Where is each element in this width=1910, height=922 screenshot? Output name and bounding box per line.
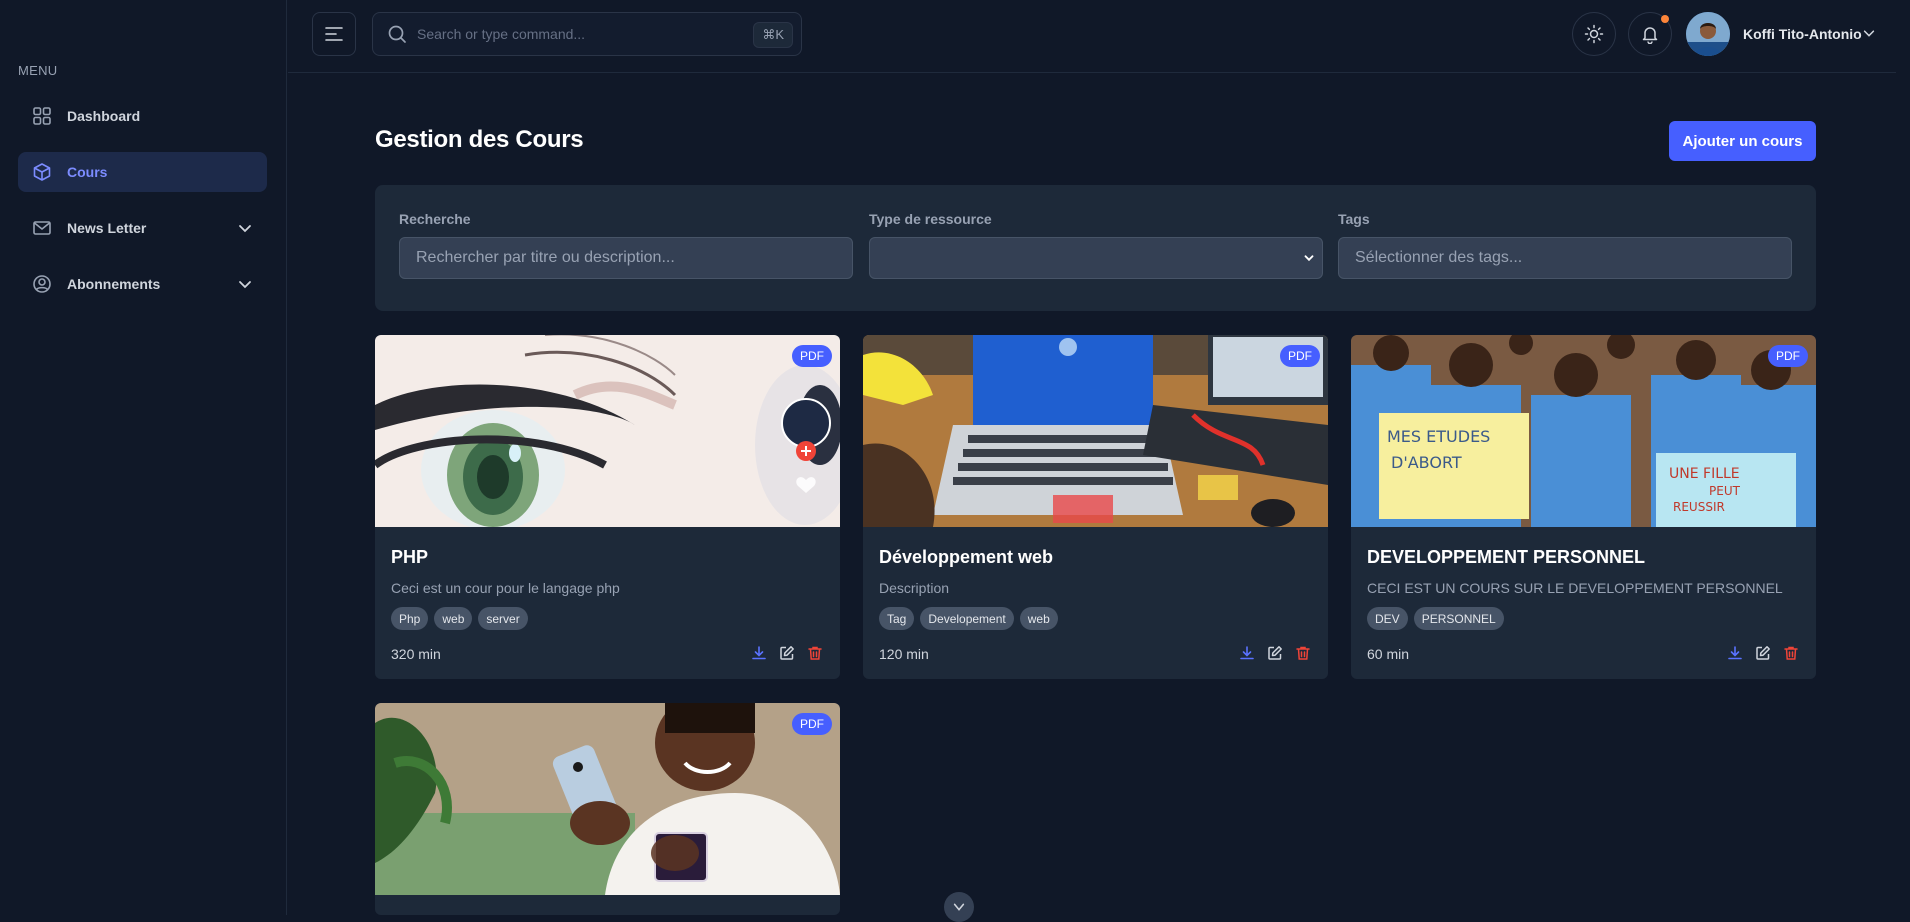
course-description: Ceci est un cour pour le langage php — [391, 580, 620, 596]
course-tag: Developement — [920, 607, 1014, 630]
tags-filter-input[interactable] — [1338, 237, 1792, 279]
search-filter-input[interactable] — [399, 237, 853, 279]
course-tags: Tag Developement web — [879, 607, 1058, 630]
course-tag: server — [478, 607, 528, 630]
course-tag: web — [1019, 607, 1058, 630]
sidebar-item-label: News Letter — [67, 220, 147, 236]
course-duration: 120 min — [879, 646, 929, 662]
course-actions — [750, 644, 824, 662]
sidebar-item-dashboard[interactable]: Dashboard — [18, 96, 267, 136]
menu-icon — [325, 27, 343, 41]
sidebar-item-abonnements[interactable]: Abonnements — [18, 264, 267, 304]
sidebar-item-news-letter[interactable]: News Letter — [18, 208, 267, 248]
course-duration: 320 min — [391, 646, 441, 662]
sign-text: MES ETUDES — [1387, 427, 1490, 446]
type-filter-label: Type de ressource — [869, 211, 992, 227]
download-icon[interactable] — [750, 644, 768, 662]
course-duration: 60 min — [1367, 646, 1410, 662]
scrollbar[interactable] — [1896, 0, 1910, 915]
menu-label: MENU — [18, 63, 58, 78]
chevron-down-icon — [1304, 255, 1314, 262]
course-thumbnail: PDF — [863, 335, 1328, 527]
cube-icon — [31, 161, 53, 183]
search-shortcut: ⌘K — [753, 22, 793, 48]
course-tags: Php web server — [391, 607, 528, 630]
course-tag: Tag — [879, 607, 915, 630]
delete-icon[interactable] — [1294, 644, 1312, 662]
filters-panel: Recherche Type de ressource Tags — [375, 185, 1816, 311]
sign-text: UNE FILLE — [1669, 466, 1740, 482]
course-description: CECI EST UN COURS SUR LE DEVELOPPEMENT P… — [1367, 580, 1783, 596]
sidebar: MENU Dashboard Cours News Letter Abonnem… — [0, 0, 287, 915]
course-thumbnail: PDF — [375, 703, 840, 895]
delete-icon[interactable] — [1782, 644, 1800, 662]
avatar[interactable] — [1686, 12, 1730, 56]
course-tags: DEV PERSONNEL — [1367, 607, 1504, 630]
sidebar-item-label: Abonnements — [67, 276, 161, 292]
course-title: PHP — [391, 547, 429, 567]
course-card[interactable]: PDF PHP Ceci est un cour pour le langage… — [375, 335, 840, 679]
tags-filter-label: Tags — [1338, 211, 1370, 227]
download-icon[interactable] — [1238, 644, 1256, 662]
course-title: Développement web — [879, 547, 1054, 567]
search-filter-label: Recherche — [399, 211, 471, 227]
resource-type-badge: PDF — [1768, 345, 1808, 367]
course-card[interactable]: PDF Développement web Description Tag De… — [863, 335, 1328, 679]
edit-icon[interactable] — [778, 644, 796, 662]
course-title: DEVELOPPEMENT PERSONNEL — [1367, 547, 1646, 567]
course-actions — [1238, 644, 1312, 662]
notification-dot — [1661, 15, 1669, 23]
notifications-button[interactable] — [1628, 12, 1672, 56]
sun-icon — [1584, 24, 1604, 44]
course-thumbnail: MES ETUDES D'ABORT UNE FILLE PEUT REUSSI… — [1351, 335, 1816, 527]
grid-icon — [31, 105, 53, 127]
sidebar-toggle-button[interactable] — [312, 12, 356, 56]
sign-text: D'ABORT — [1391, 453, 1462, 472]
search-input[interactable]: Search or type command... — [417, 26, 585, 42]
course-card[interactable]: MES ETUDES D'ABORT UNE FILLE PEUT REUSSI… — [1351, 335, 1816, 679]
resource-type-badge: PDF — [792, 713, 832, 735]
resource-type-badge: PDF — [792, 345, 832, 367]
delete-icon[interactable] — [806, 644, 824, 662]
mail-icon — [31, 217, 53, 239]
course-thumbnail: PDF — [375, 335, 840, 527]
sign-text: REUSSIR — [1673, 500, 1725, 514]
course-actions — [1726, 644, 1800, 662]
bell-icon — [1642, 27, 1658, 44]
course-tag: Php — [391, 607, 429, 630]
scroll-down-button[interactable] — [944, 892, 974, 922]
sign-text: PEUT — [1709, 484, 1741, 498]
theme-toggle-button[interactable] — [1572, 12, 1616, 56]
resource-type-select[interactable] — [869, 237, 1323, 279]
resource-type-badge: PDF — [1280, 345, 1320, 367]
search-bar[interactable]: Search or type command... ⌘K — [372, 12, 802, 56]
edit-icon[interactable] — [1266, 644, 1284, 662]
download-icon[interactable] — [1726, 644, 1744, 662]
course-card[interactable]: PDF — [375, 703, 840, 915]
course-tag: PERSONNEL — [1413, 607, 1504, 630]
chevron-down-icon[interactable] — [237, 276, 253, 292]
chevron-down-icon — [953, 903, 965, 911]
sidebar-item-label: Cours — [67, 164, 108, 180]
add-course-button[interactable]: Ajouter un cours — [1669, 121, 1816, 161]
sidebar-item-label: Dashboard — [67, 108, 141, 124]
search-icon — [388, 25, 406, 43]
course-tag: DEV — [1367, 607, 1408, 630]
chevron-down-icon[interactable] — [237, 220, 253, 236]
course-description: Description — [879, 580, 950, 596]
sidebar-item-cours[interactable]: Cours — [18, 152, 267, 192]
user-circle-icon — [31, 273, 53, 295]
user-name[interactable]: Koffi Tito-Antonio — [1743, 26, 1862, 42]
page-title: Gestion des Cours — [375, 126, 584, 153]
edit-icon[interactable] — [1754, 644, 1772, 662]
course-tag: web — [434, 607, 473, 630]
chevron-down-icon[interactable] — [1862, 26, 1876, 40]
top-header: Search or type command... ⌘K Koffi Tito-… — [288, 0, 1910, 73]
